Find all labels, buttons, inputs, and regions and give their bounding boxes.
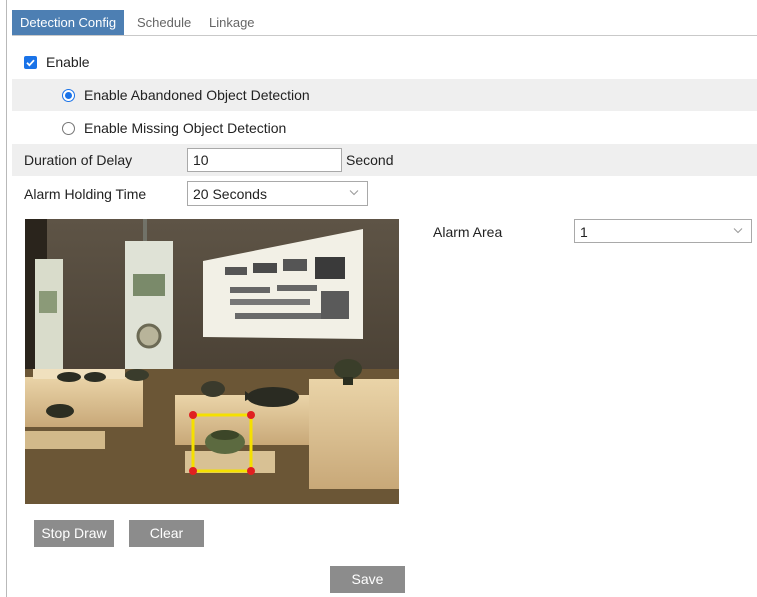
delay-label: Duration of Delay (24, 152, 133, 168)
checkmark-icon (26, 59, 35, 67)
tab-linkage[interactable]: Linkage (209, 10, 255, 36)
enable-label: Enable (46, 54, 90, 70)
holding-select[interactable]: 20 Seconds (187, 181, 368, 206)
alarm-area-value: 1 (580, 224, 588, 240)
holding-value: 20 Seconds (193, 186, 267, 202)
roi-handle (247, 411, 255, 419)
save-button[interactable]: Save (330, 566, 405, 593)
camera-scene (25, 219, 399, 504)
radio-missing-label: Enable Missing Object Detection (84, 120, 287, 136)
delay-unit: Second (346, 152, 394, 168)
alarm-area-label: Alarm Area (433, 224, 503, 240)
roi-handle (247, 467, 255, 475)
stop-draw-button[interactable]: Stop Draw (34, 520, 114, 547)
tab-divider (12, 35, 757, 36)
clear-button[interactable]: Clear (129, 520, 204, 547)
holding-label: Alarm Holding Time (24, 186, 147, 202)
chevron-down-icon (349, 190, 359, 196)
delay-input[interactable] (187, 148, 342, 172)
tab-bar: Detection Config Schedule Linkage (12, 10, 757, 36)
window-border (6, 0, 7, 597)
roi-handle (189, 411, 197, 419)
tab-detection-config[interactable]: Detection Config (12, 10, 125, 36)
chevron-down-icon (733, 228, 743, 234)
radio-abandoned[interactable] (62, 89, 75, 102)
alarm-area-select[interactable]: 1 (574, 219, 752, 243)
roi-handle (189, 467, 197, 475)
enable-checkbox[interactable] (24, 56, 37, 69)
radio-missing[interactable] (62, 122, 75, 135)
tab-schedule[interactable]: Schedule (137, 10, 191, 36)
video-preview[interactable] (25, 219, 399, 504)
radio-abandoned-label: Enable Abandoned Object Detection (84, 87, 310, 103)
